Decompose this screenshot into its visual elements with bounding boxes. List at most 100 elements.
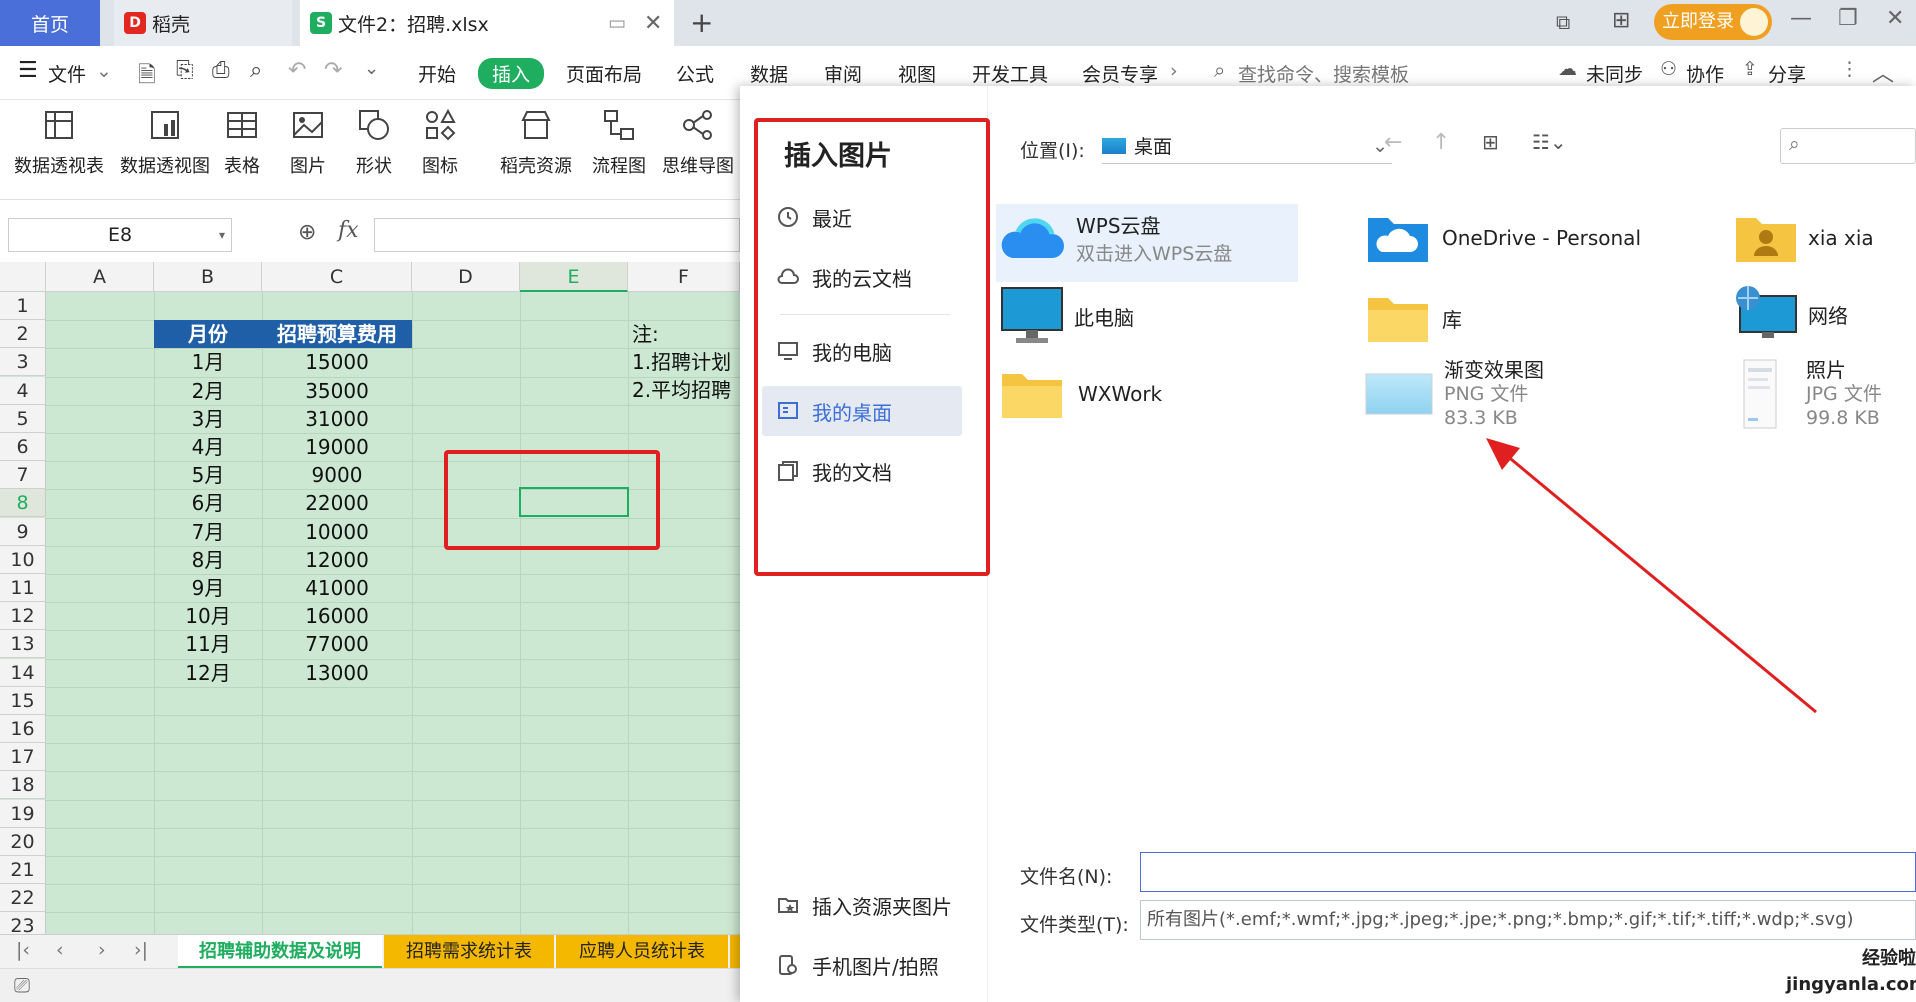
row-header[interactable]: 7 xyxy=(0,461,46,490)
preview-icon[interactable]: ⌕ xyxy=(250,58,262,83)
table-cell-month[interactable]: 4月 xyxy=(154,433,262,461)
column-header[interactable]: B xyxy=(154,262,262,292)
sidebar-item-cloud-docs[interactable]: 我的云文档 xyxy=(762,252,962,302)
collapse-ribbon-icon[interactable]: ︿ xyxy=(1872,56,1894,88)
tab-daoke[interactable]: D 稻壳 xyxy=(114,0,292,46)
filetype-select[interactable]: 所有图片(*.emf;*.wmf;*.jpg;*.jpeg;*.jpe;*.pn… xyxy=(1140,900,1916,940)
row-header[interactable]: 8 xyxy=(0,489,46,518)
pivot-table-button[interactable]: 数据透视表 xyxy=(14,108,104,178)
grid-icon[interactable]: ⊞ xyxy=(1612,8,1630,33)
row-header[interactable]: 19 xyxy=(0,799,46,828)
sheet-tab[interactable]: 招聘需求统计表 xyxy=(384,935,554,969)
undo-icon[interactable]: ↶ xyxy=(288,58,306,83)
column-header-selected[interactable]: E xyxy=(520,262,628,292)
redo-icon[interactable]: ↷ xyxy=(324,58,342,83)
sheet-tab-active[interactable]: 招聘辅助数据及说明 xyxy=(178,935,382,969)
sidebar-item-recent[interactable]: 最近 xyxy=(762,192,962,242)
table-header-budget[interactable]: 招聘预算费用 xyxy=(262,320,412,348)
next-sheet-icon[interactable]: › xyxy=(98,939,106,961)
menu-member[interactable]: 会员专享 xyxy=(1082,60,1158,87)
hamburger-icon[interactable]: ☰ xyxy=(18,58,38,83)
picture-button[interactable]: 图片 xyxy=(290,108,326,178)
menu-page-layout[interactable]: 页面布局 xyxy=(566,60,642,87)
row-header[interactable]: 18 xyxy=(0,771,46,800)
menu-dev-tools[interactable]: 开发工具 xyxy=(972,60,1048,87)
dialog-search-input[interactable]: ⌕ xyxy=(1780,128,1916,164)
sidebar-item-my-docs[interactable]: 我的文档 xyxy=(762,446,962,496)
file-item-gradient-image[interactable]: 渐变效果图 PNG 文件 83.3 KB xyxy=(1364,358,1544,430)
shape-button[interactable]: 形状 xyxy=(356,108,392,178)
menu-insert[interactable]: 插入 xyxy=(478,58,545,89)
table-cell-month[interactable]: 10月 xyxy=(154,602,262,630)
table-cell-month[interactable]: 2月 xyxy=(154,377,262,405)
layout-icon[interactable]: ⧉ xyxy=(1556,10,1570,34)
new-tab-icon[interactable]: + xyxy=(690,6,713,39)
row-header[interactable]: 2 xyxy=(0,320,46,349)
file-item-wxwork[interactable]: WXWork xyxy=(1000,366,1162,422)
save-icon[interactable]: 🗎 xyxy=(138,58,156,96)
sync-status[interactable]: 未同步 xyxy=(1586,60,1643,87)
menu-data[interactable]: 数据 xyxy=(750,60,788,87)
table-cell-budget[interactable]: 35000 xyxy=(262,377,412,405)
screen-icon[interactable]: ▭ xyxy=(608,12,626,34)
table-cell-month[interactable]: 9月 xyxy=(154,574,262,602)
fx-icon[interactable]: fx xyxy=(338,218,359,243)
view-mode-icon[interactable]: ☷⌄ xyxy=(1532,130,1567,154)
file-item-this-pc[interactable]: 此电脑 xyxy=(1000,286,1134,346)
menu-view[interactable]: 视图 xyxy=(898,60,936,87)
location-select[interactable]: 桌面 ⌄ xyxy=(1102,128,1392,164)
daoke-resource-button[interactable]: 稻壳资源 xyxy=(500,108,572,178)
chevron-right-icon[interactable]: › xyxy=(1170,60,1178,82)
table-cell-budget[interactable]: 10000 xyxy=(262,518,412,546)
last-sheet-icon[interactable]: ›| xyxy=(134,939,148,961)
row-header[interactable]: 22 xyxy=(0,884,46,913)
row-header[interactable]: 10 xyxy=(0,545,46,574)
sidebar-item-resource-folder[interactable]: 插入资源夹图片 xyxy=(762,880,962,930)
row-header[interactable]: 17 xyxy=(0,743,46,772)
table-cell-budget[interactable]: 22000 xyxy=(262,489,412,517)
chevron-down-icon[interactable]: ⌄ xyxy=(96,60,112,82)
sidebar-item-desktop-selected[interactable]: 我的桌面 xyxy=(762,386,962,436)
column-header[interactable]: C xyxy=(262,262,412,292)
table-cell-budget[interactable]: 77000 xyxy=(262,630,412,658)
mindmap-button[interactable]: 思维导图 xyxy=(662,108,734,178)
chevron-down-icon[interactable]: ▾ xyxy=(219,219,225,251)
sidebar-item-my-computer[interactable]: 我的电脑 xyxy=(762,326,962,376)
row-header[interactable]: 15 xyxy=(0,686,46,715)
row-header[interactable]: 14 xyxy=(0,658,46,687)
menu-formula[interactable]: 公式 xyxy=(676,60,714,87)
filename-input[interactable] xyxy=(1140,852,1916,892)
more-vertical-icon[interactable]: ⋮ xyxy=(1840,58,1859,80)
menu-start[interactable]: 开始 xyxy=(418,60,456,87)
print-icon[interactable]: ⎙ xyxy=(212,58,230,83)
new-folder-icon[interactable]: ⊞ xyxy=(1482,130,1499,154)
macro-icon[interactable]: ⎚ xyxy=(14,973,30,997)
table-cell-budget[interactable]: 19000 xyxy=(262,433,412,461)
more-icon[interactable]: ⌄ xyxy=(364,58,379,79)
cell-reference-box[interactable]: E8 ▾ xyxy=(8,218,232,252)
row-header[interactable]: 20 xyxy=(0,827,46,856)
search-icon[interactable]: ⌕ xyxy=(1214,58,1225,82)
login-button[interactable]: 立即登录 xyxy=(1654,4,1772,40)
icon-button[interactable]: 图标 xyxy=(422,108,458,178)
sheet-tab[interactable]: 应聘人员统计表 xyxy=(556,935,728,969)
note-title[interactable]: 注: xyxy=(632,320,740,348)
row-header[interactable]: 21 xyxy=(0,856,46,884)
table-cell-month[interactable]: 1月 xyxy=(154,348,262,376)
up-icon[interactable]: ↑ xyxy=(1432,130,1450,155)
sidebar-item-phone-photo[interactable]: 手机图片/拍照 xyxy=(762,940,962,990)
tab-home[interactable]: 首页 xyxy=(0,0,100,46)
file-item-library[interactable]: 库 xyxy=(1366,290,1462,346)
file-item-photo[interactable]: 照片 JPG 文件 99.8 KB xyxy=(1742,358,1882,430)
table-cell-month[interactable]: 7月 xyxy=(154,518,262,546)
flowchart-button[interactable]: 流程图 xyxy=(592,108,646,178)
column-header[interactable]: A xyxy=(46,262,154,292)
table-cell-month[interactable]: 6月 xyxy=(154,489,262,517)
table-cell-budget[interactable]: 41000 xyxy=(262,574,412,602)
back-icon[interactable]: ← xyxy=(1384,130,1402,155)
tab-file[interactable]: S 文件2：招聘.xlsx ▭ ✕ xyxy=(300,0,674,46)
table-cell-budget[interactable]: 15000 xyxy=(262,348,412,376)
table-cell-month[interactable]: 11月 xyxy=(154,630,262,658)
table-cell-budget[interactable]: 9000 xyxy=(262,461,412,489)
row-header[interactable]: 13 xyxy=(0,630,46,659)
